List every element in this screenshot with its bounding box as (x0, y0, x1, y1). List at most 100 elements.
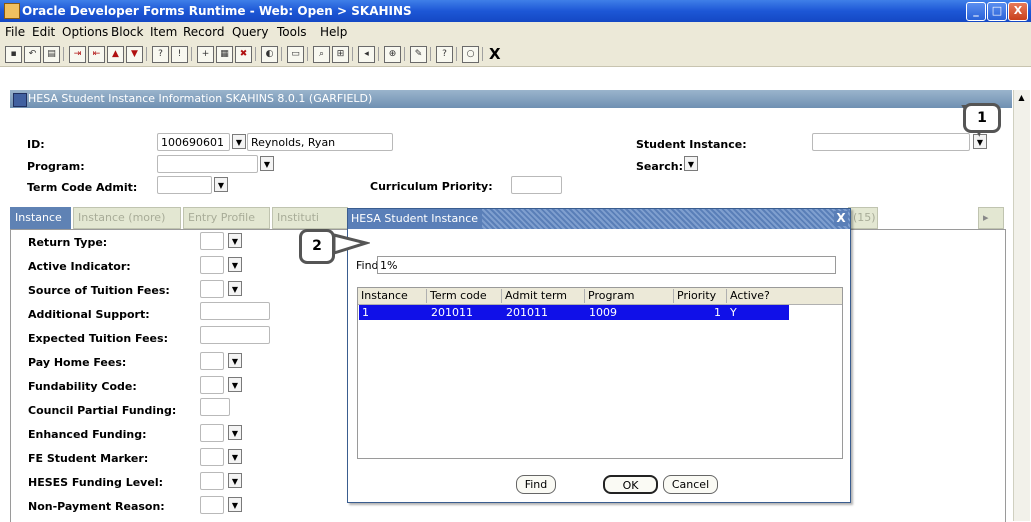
form-header: HESA Student Instance Information SKAHIN… (10, 90, 1012, 108)
fe-student-marker-dropdown-icon[interactable]: ▼ (228, 449, 242, 464)
find-button[interactable]: Find (516, 475, 556, 494)
enhanced-funding-field[interactable] (200, 424, 224, 442)
student-instance-field[interactable] (812, 133, 970, 151)
tab-15[interactable]: (15) (848, 207, 878, 229)
enter-query-icon[interactable]: ? (152, 46, 169, 63)
edit-icon[interactable]: ✎ (410, 46, 427, 63)
search-dropdown-icon[interactable]: ▼ (684, 156, 698, 171)
close-button[interactable]: X (1008, 2, 1028, 21)
active-indicator-field[interactable] (200, 256, 224, 274)
search-icon[interactable]: ⌕ (313, 46, 330, 63)
active-indicator-dropdown-icon[interactable]: ▼ (228, 257, 242, 272)
maximize-button[interactable]: □ (987, 2, 1007, 21)
term-code-admit-label: Term Code Admit: (27, 181, 138, 194)
expected-tuition-fees-label: Expected Tuition Fees: (28, 332, 168, 345)
council-partial-funding-label: Council Partial Funding: (28, 404, 177, 417)
pay-home-fees-label: Pay Home Fees: (28, 356, 127, 369)
column-program[interactable]: Program (585, 289, 674, 303)
insert-record-icon[interactable]: + (197, 46, 214, 63)
menu-options[interactable]: Options (62, 25, 108, 39)
open-icon[interactable]: ◐ (261, 46, 278, 63)
menu-tools[interactable]: Tools (277, 25, 307, 39)
next-block-icon[interactable]: ⇥ (69, 46, 86, 63)
save-icon[interactable]: ▪ (5, 46, 22, 63)
rollback-icon[interactable]: ↶ (24, 46, 41, 63)
menu-file[interactable]: File (5, 25, 25, 39)
non-payment-reason-field[interactable] (200, 496, 224, 514)
tab-instance-more[interactable]: Instance (more) (73, 207, 181, 229)
pay-home-fees-field[interactable] (200, 352, 224, 370)
source-of-tuition-fees-dropdown-icon[interactable]: ▼ (228, 281, 242, 296)
menu-block[interactable]: Block (111, 25, 143, 39)
heses-funding-level-dropdown-icon[interactable]: ▼ (228, 473, 242, 488)
tab-entry-profile[interactable]: Entry Profile (183, 207, 270, 229)
enhanced-funding-dropdown-icon[interactable]: ▼ (228, 425, 242, 440)
source-of-tuition-fees-field[interactable] (200, 280, 224, 298)
results-grid: Instance Term code Admit term Program Pr… (357, 287, 843, 459)
scroll-up-icon[interactable]: ▲ (1016, 92, 1027, 103)
cell-admit-term: 201011 (506, 306, 548, 319)
vertical-scrollbar[interactable]: ▲ (1013, 90, 1030, 521)
return-type-field[interactable] (200, 232, 224, 250)
fundability-code-dropdown-icon[interactable]: ▼ (228, 377, 242, 392)
window-titlebar: Oracle Developer Forms Runtime - Web: Op… (0, 0, 1031, 22)
back-icon[interactable]: ◂ (358, 46, 375, 63)
menu-edit[interactable]: Edit (32, 25, 55, 39)
program-field[interactable] (157, 155, 258, 173)
curriculum-priority-field[interactable] (511, 176, 562, 194)
dialog-close-icon[interactable]: X (834, 211, 848, 226)
heses-funding-level-field[interactable] (200, 472, 224, 490)
menu-bar: File Edit Options Block Item Record Quer… (0, 22, 1031, 43)
grid-header: Instance Term code Admit term Program Pr… (358, 288, 842, 305)
program-lookup-icon[interactable]: ▼ (260, 156, 274, 171)
column-priority[interactable]: Priority (674, 289, 727, 303)
column-term-code[interactable]: Term code (427, 289, 502, 303)
return-type-label: Return Type: (28, 236, 108, 249)
table-row[interactable]: 1 201011 201011 1009 1 Y (359, 305, 789, 320)
help-icon[interactable]: ? (436, 46, 453, 63)
pay-home-fees-dropdown-icon[interactable]: ▼ (228, 353, 242, 368)
column-active[interactable]: Active? (727, 289, 789, 303)
cell-active: Y (730, 306, 737, 319)
execute-query-icon[interactable]: ! (171, 46, 188, 63)
menu-record[interactable]: Record (183, 25, 224, 39)
curriculum-priority-label: Curriculum Priority: (370, 180, 493, 193)
exit-icon[interactable]: X (489, 45, 501, 63)
id-lookup-icon[interactable]: ▼ (232, 134, 246, 149)
menu-query[interactable]: Query (232, 25, 268, 39)
term-code-admit-field[interactable] (157, 176, 212, 194)
print-icon[interactable]: ▭ (287, 46, 304, 63)
extra-icon[interactable]: ⊞ (332, 46, 349, 63)
fundability-code-field[interactable] (200, 376, 224, 394)
fe-student-marker-field[interactable] (200, 448, 224, 466)
cancel-button[interactable]: Cancel (663, 475, 718, 494)
non-payment-reason-dropdown-icon[interactable]: ▼ (228, 497, 242, 512)
term-lookup-icon[interactable]: ▼ (214, 177, 228, 192)
previous-record-icon[interactable]: ▲ (107, 46, 124, 63)
menu-item[interactable]: Item (150, 25, 177, 39)
column-admit-term[interactable]: Admit term (502, 289, 585, 303)
remove-record-icon[interactable]: ▦ (216, 46, 233, 63)
menu-help[interactable]: Help (320, 25, 347, 39)
minimize-button[interactable]: _ (966, 2, 986, 21)
additional-support-field[interactable] (200, 302, 270, 320)
additional-support-label: Additional Support: (28, 308, 150, 321)
hint-bulb-icon[interactable]: ○ (462, 46, 479, 63)
tab-scroll-right-icon[interactable]: ▸ (978, 207, 1004, 229)
print-page-icon[interactable]: ▤ (43, 46, 60, 63)
next-record-icon[interactable]: ▼ (126, 46, 143, 63)
navigate-icon[interactable]: ⊕ (384, 46, 401, 63)
council-partial-funding-field[interactable] (200, 398, 230, 416)
previous-block-icon[interactable]: ⇤ (88, 46, 105, 63)
return-type-dropdown-icon[interactable]: ▼ (228, 233, 242, 248)
student-instance-label: Student Instance: (636, 138, 747, 151)
ok-button[interactable]: OK (603, 475, 658, 494)
expected-tuition-fees-field[interactable] (200, 326, 270, 344)
id-field[interactable]: 100690601 (157, 133, 230, 151)
column-instance[interactable]: Instance (358, 289, 427, 303)
find-input[interactable]: 1% (377, 256, 836, 274)
delete-record-icon[interactable]: ✖ (235, 46, 252, 63)
tab-institution[interactable]: Instituti (272, 207, 348, 229)
id-label: ID: (27, 138, 45, 151)
tab-instance[interactable]: Instance (10, 207, 71, 229)
